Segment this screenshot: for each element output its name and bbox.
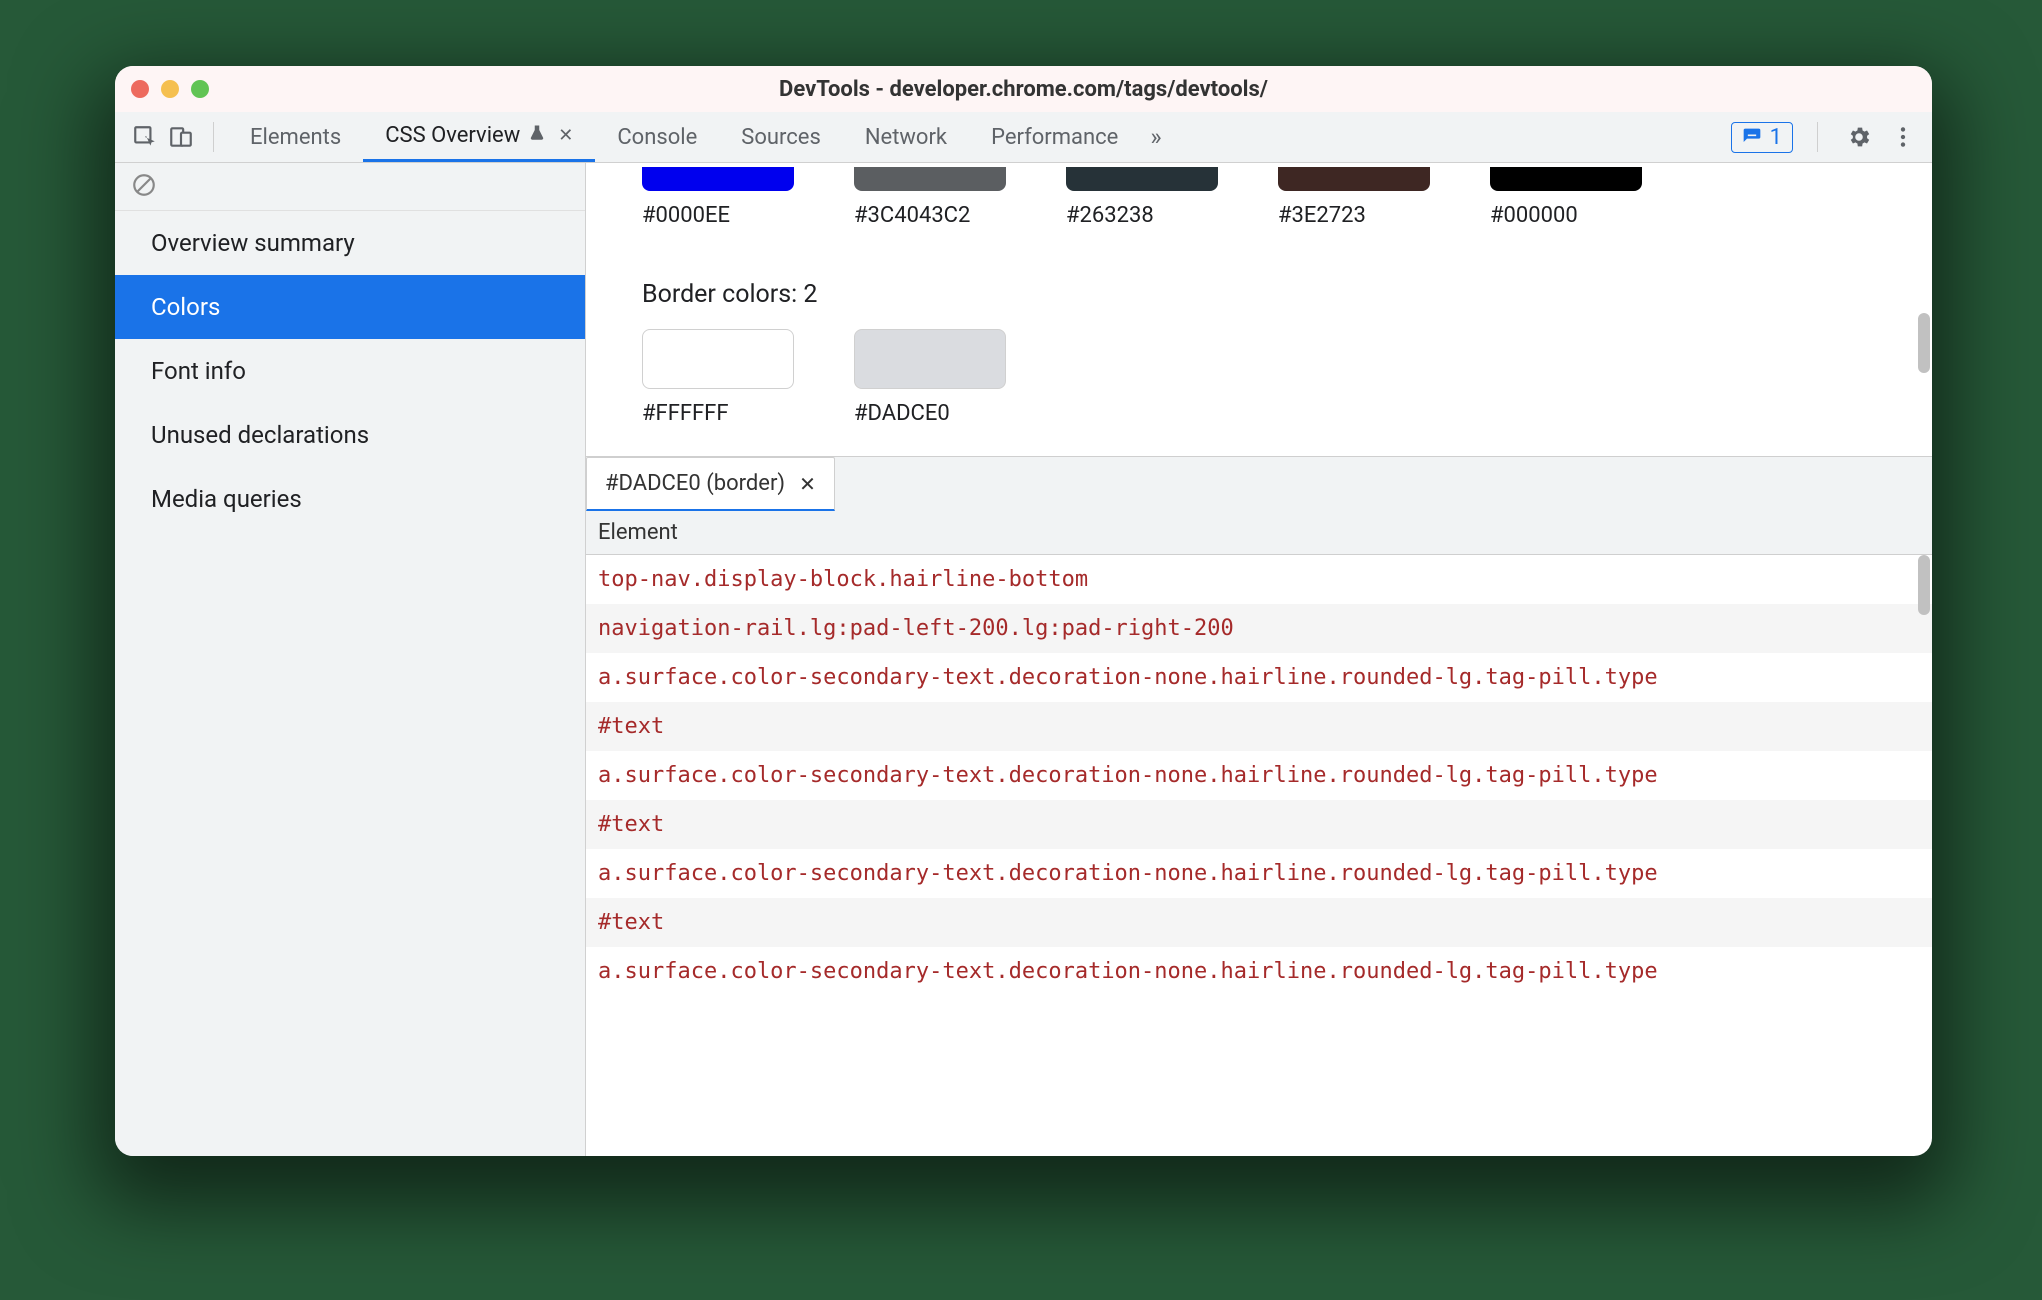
close-tab-icon[interactable]: ✕ <box>558 125 573 146</box>
tab-network[interactable]: Network <box>843 112 969 162</box>
tab-sources[interactable]: Sources <box>719 112 843 162</box>
element-row[interactable]: a.surface.color-secondary-text.decoratio… <box>586 751 1932 800</box>
toggle-device-icon[interactable] <box>163 119 199 155</box>
swatch-label: #FFFFFF <box>642 401 729 426</box>
panel-tabs: Elements CSS Overview ✕ Console Sources … <box>228 112 1140 162</box>
swatch-label: #3C4043C2 <box>854 203 970 228</box>
devtools-tabstrip: Elements CSS Overview ✕ Console Sources … <box>115 112 1932 163</box>
settings-icon[interactable] <box>1842 120 1876 154</box>
color-details-panel: #DADCE0 (border) ✕ Element top-nav.displ… <box>586 456 1932 1156</box>
color-swatch[interactable]: #3E2723 <box>1278 167 1430 228</box>
color-swatch[interactable]: #263238 <box>1066 167 1218 228</box>
clear-overview-icon[interactable] <box>131 172 157 202</box>
sidebar-item-overview-summary[interactable]: Overview summary <box>115 211 585 275</box>
border-swatch-row: #FFFFFF #DADCE0 <box>642 329 1876 426</box>
color-swatch[interactable]: #DADCE0 <box>854 329 1006 426</box>
separator <box>213 122 214 152</box>
sidebar-toolbar <box>115 163 585 211</box>
details-column-header: Element <box>586 511 1932 555</box>
sidebar-item-font-info[interactable]: Font info <box>115 339 585 403</box>
element-row[interactable]: top-nav.display-block.hairline-bottom <box>586 555 1932 604</box>
experiment-icon <box>528 123 546 148</box>
element-row[interactable]: a.surface.color-secondary-text.decoratio… <box>586 947 1932 996</box>
swatch-label: #3E2723 <box>1278 203 1366 228</box>
swatch-label: #000000 <box>1490 203 1578 228</box>
color-swatch[interactable]: #0000EE <box>642 167 794 228</box>
more-tabs-icon[interactable]: » <box>1150 123 1161 151</box>
issues-button[interactable]: 1 <box>1731 122 1793 153</box>
swatch-label: #DADCE0 <box>854 401 950 426</box>
scrollbar-thumb[interactable] <box>1918 555 1930 615</box>
color-swatch[interactable]: #000000 <box>1490 167 1642 228</box>
sidebar-item-media-queries[interactable]: Media queries <box>115 467 585 531</box>
issues-count: 1 <box>1770 125 1782 150</box>
css-overview-sidebar: Overview summary Colors Font info Unused… <box>115 163 586 1156</box>
more-options-icon[interactable] <box>1886 120 1920 154</box>
tab-label: Performance <box>991 125 1118 150</box>
tab-label: Console <box>617 125 697 150</box>
color-swatch[interactable]: #FFFFFF <box>642 329 794 426</box>
color-swatch-row: #0000EE #3C4043C2 #263238 #3E2723 #00000… <box>642 163 1876 228</box>
element-row[interactable]: #text <box>586 800 1932 849</box>
tab-label: Sources <box>741 125 821 150</box>
devtools-window: DevTools - developer.chrome.com/tags/dev… <box>115 66 1932 1156</box>
tab-label: Elements <box>250 125 341 150</box>
separator <box>1817 122 1818 152</box>
element-row[interactable]: navigation-rail.lg:pad-left-200.lg:pad-r… <box>586 604 1932 653</box>
window-title: DevTools - developer.chrome.com/tags/dev… <box>115 77 1932 102</box>
inspect-element-icon[interactable] <box>127 119 163 155</box>
window-titlebar: DevTools - developer.chrome.com/tags/dev… <box>115 66 1932 112</box>
details-tab[interactable]: #DADCE0 (border) ✕ <box>586 457 835 511</box>
tab-label: Network <box>865 125 947 150</box>
element-row[interactable]: a.surface.color-secondary-text.decoratio… <box>586 653 1932 702</box>
sidebar-item-colors[interactable]: Colors <box>115 275 585 339</box>
panel-body: Overview summary Colors Font info Unused… <box>115 163 1932 1156</box>
element-row[interactable]: #text <box>586 702 1932 751</box>
element-row[interactable]: #text <box>586 898 1932 947</box>
tab-label: CSS Overview <box>385 123 520 148</box>
swatch-label: #0000EE <box>642 203 730 228</box>
border-colors-heading: Border colors: 2 <box>642 280 1876 309</box>
details-rows: top-nav.display-block.hairline-bottom na… <box>586 555 1932 1156</box>
sidebar-item-unused-declarations[interactable]: Unused declarations <box>115 403 585 467</box>
css-overview-main: #0000EE #3C4043C2 #263238 #3E2723 #00000… <box>586 163 1932 1156</box>
details-tab-label: #DADCE0 (border) <box>605 471 785 496</box>
scrollbar-thumb[interactable] <box>1918 313 1930 373</box>
tab-performance[interactable]: Performance <box>969 112 1140 162</box>
close-tab-icon[interactable]: ✕ <box>799 472 816 496</box>
tab-elements[interactable]: Elements <box>228 112 363 162</box>
tab-console[interactable]: Console <box>595 112 719 162</box>
tab-css-overview[interactable]: CSS Overview ✕ <box>363 112 595 162</box>
color-swatch[interactable]: #3C4043C2 <box>854 167 1006 228</box>
swatch-label: #263238 <box>1066 203 1154 228</box>
details-tabs: #DADCE0 (border) ✕ <box>586 457 1932 511</box>
element-row[interactable]: a.surface.color-secondary-text.decoratio… <box>586 849 1932 898</box>
colors-section: #0000EE #3C4043C2 #263238 #3E2723 #00000… <box>586 163 1932 456</box>
